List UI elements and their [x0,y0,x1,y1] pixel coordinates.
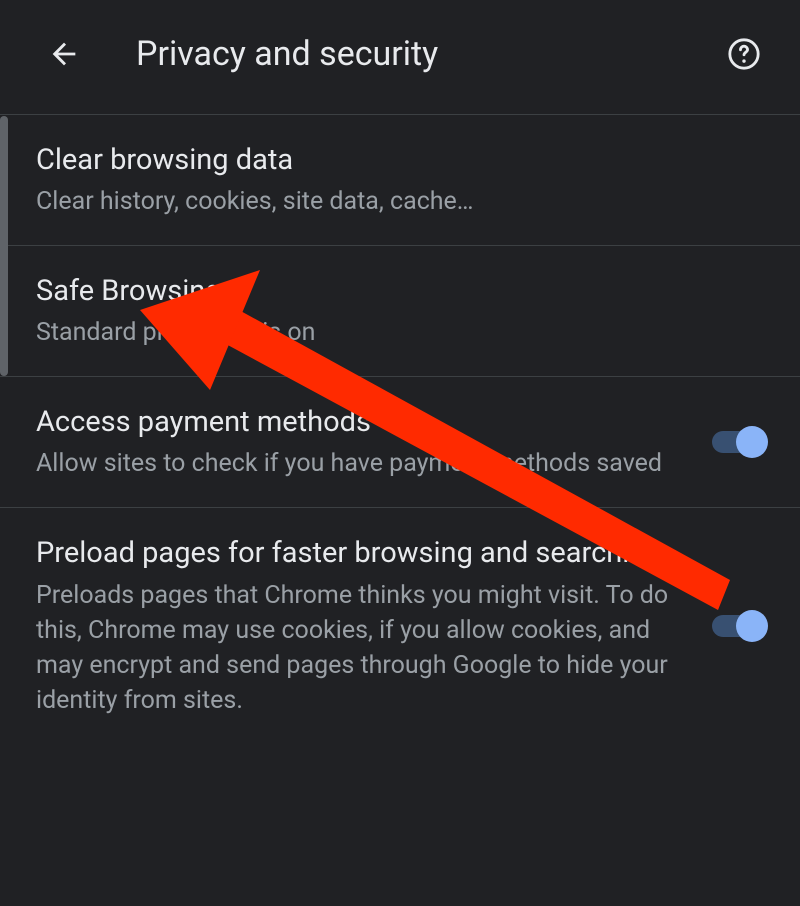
item-subtitle: Preloads pages that Chrome thinks you mi… [36,578,692,718]
safe-browsing-item[interactable]: Safe Browsing Standard protection is on [0,246,800,377]
item-subtitle: Standard protection is on [36,315,752,350]
toggle-thumb [736,610,768,642]
item-title: Access payment methods [36,403,692,442]
item-title: Clear browsing data [36,141,752,180]
item-text: Safe Browsing Standard protection is on [36,272,768,350]
item-text: Access payment methods Allow sites to ch… [36,403,708,481]
item-title: Safe Browsing [36,272,752,311]
back-button[interactable] [40,30,88,78]
preload-pages-item[interactable]: Preload pages for faster browsing and se… [0,508,800,743]
item-subtitle: Allow sites to check if you have payment… [36,446,692,481]
toggle-thumb [736,426,768,458]
clear-browsing-data-item[interactable]: Clear browsing data Clear history, cooki… [0,114,800,246]
help-icon [727,37,761,71]
settings-list: Clear browsing data Clear history, cooki… [0,114,800,744]
access-payment-methods-item[interactable]: Access payment methods Allow sites to ch… [0,377,800,508]
item-subtitle: Clear history, cookies, site data, cache… [36,184,752,219]
header: Privacy and security [0,0,800,114]
item-text: Preload pages for faster browsing and se… [36,534,708,717]
payment-methods-toggle[interactable] [708,424,768,460]
item-text: Clear browsing data Clear history, cooki… [36,141,768,219]
preload-pages-toggle[interactable] [708,608,768,644]
scrollbar[interactable] [0,116,8,376]
help-button[interactable] [724,34,764,74]
arrow-back-icon [47,37,81,71]
item-title: Preload pages for faster browsing and se… [36,534,692,573]
page-title: Privacy and security [136,34,724,74]
